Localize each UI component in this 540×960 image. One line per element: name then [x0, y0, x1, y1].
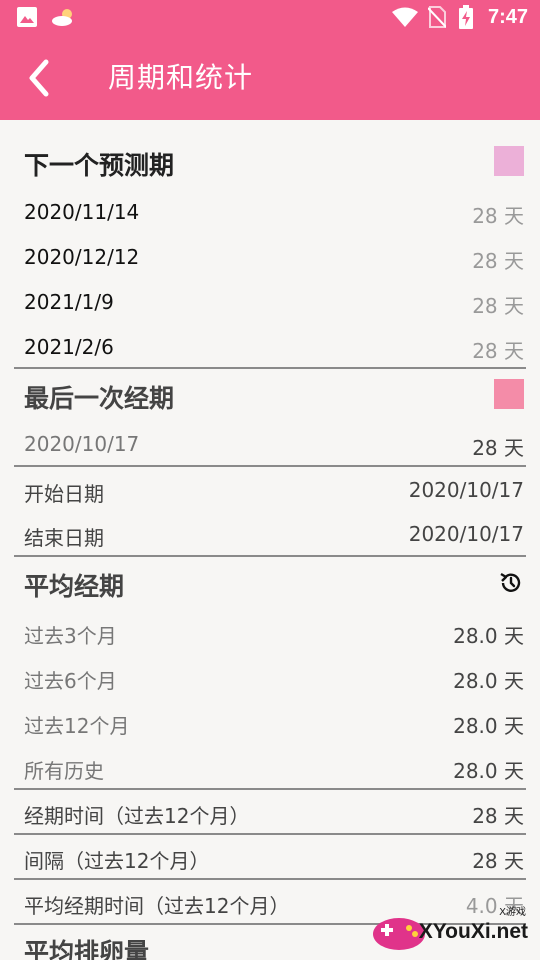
gallery-notification-icon	[17, 7, 37, 27]
divider	[14, 833, 526, 835]
battery-charging-icon	[459, 5, 473, 29]
divider	[14, 367, 526, 369]
history-icon[interactable]	[498, 570, 524, 596]
divider	[14, 788, 526, 790]
predicted-date-1: 2020/11/14	[24, 200, 140, 224]
period-length-label: 经期时间（过去12个月）	[24, 804, 250, 828]
end-date-value: 2020/10/17	[408, 522, 524, 546]
status-time: 7:47	[487, 6, 528, 28]
avg-6-months-label: 过去6个月	[24, 669, 117, 693]
app-bar: 周期和统计	[0, 36, 540, 120]
last-period-date: 2020/10/17	[24, 432, 140, 456]
last-period-days: 28 天	[472, 436, 524, 460]
avg-ovulation-header: 平均排卵量	[24, 938, 150, 960]
start-date-label: 开始日期	[24, 482, 104, 506]
avg-3-months-value: 28.0 天	[453, 624, 524, 648]
no-sim-icon	[428, 6, 446, 28]
avg-6-months-value: 28.0 天	[453, 669, 524, 693]
watermark-text: XYouXi.net	[418, 920, 528, 943]
watermark-small-text: X游戏	[499, 907, 526, 918]
end-date-label: 结束日期	[24, 526, 104, 550]
weather-partly-cloudy-icon	[52, 9, 72, 26]
page-title: 周期和统计	[108, 61, 254, 94]
status-bar: 7:47	[0, 0, 540, 36]
predicted-date-2: 2020/12/12	[24, 245, 140, 269]
divider	[14, 878, 526, 880]
avg-12-months-label: 过去12个月	[24, 714, 130, 738]
start-date-value: 2020/10/17	[408, 478, 524, 502]
stats-content[interactable]: 下一个预测期 2020/11/14 28 天 2020/12/12 28 天 2…	[0, 120, 540, 960]
last-period-header: 最后一次经期	[24, 384, 175, 413]
avg-all-history-value: 28.0 天	[453, 759, 524, 783]
divider	[14, 465, 526, 467]
period-length-value: 28 天	[472, 804, 524, 828]
predicted-days-3: 28 天	[472, 294, 524, 318]
predicted-color-swatch	[494, 146, 524, 176]
avg-12-months-value: 28.0 天	[453, 714, 524, 738]
next-predicted-header: 下一个预测期	[24, 151, 175, 180]
back-arrow-icon[interactable]	[20, 56, 64, 100]
avg-all-history-label: 所有历史	[24, 759, 104, 783]
avg-period-length-label: 平均经期时间（过去12个月）	[24, 894, 290, 918]
divider	[14, 555, 526, 557]
predicted-days-4: 28 天	[472, 339, 524, 363]
avg-3-months-label: 过去3个月	[24, 624, 117, 648]
predicted-date-3: 2021/1/9	[24, 290, 114, 314]
predicted-days-2: 28 天	[472, 249, 524, 273]
average-period-header: 平均经期	[24, 572, 125, 601]
interval-label: 间隔（过去12个月）	[24, 849, 210, 873]
last-period-color-swatch	[494, 379, 524, 409]
predicted-date-4: 2021/2/6	[24, 335, 114, 359]
interval-value: 28 天	[472, 849, 524, 873]
predicted-days-1: 28 天	[472, 204, 524, 228]
wifi-icon	[392, 7, 418, 27]
watermark: X游戏 XYouXi.net	[365, 900, 540, 960]
